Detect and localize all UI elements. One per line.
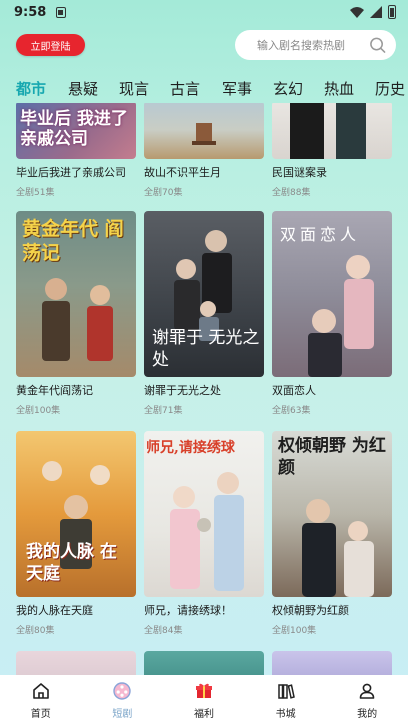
nav-bookstore-label: 书城 bbox=[275, 708, 296, 720]
drama-episodes: 全剧100集 bbox=[16, 406, 61, 416]
drama-card[interactable]: 师兄,请接绣球 师兄，请接绣球！ 全剧84集 bbox=[144, 431, 264, 636]
profile-icon bbox=[359, 683, 375, 699]
login-button[interactable]: 立即登陆 bbox=[16, 34, 85, 56]
drama-episodes: 全剧100集 bbox=[272, 626, 317, 636]
tab-xianyan[interactable]: 现言 bbox=[119, 78, 149, 99]
books-icon bbox=[277, 683, 295, 699]
drama-title: 师兄，请接绣球！ bbox=[144, 604, 232, 617]
status-bar: 9:58 bbox=[0, 0, 408, 24]
search-bar[interactable] bbox=[235, 30, 396, 60]
nav-mine[interactable]: 我的 bbox=[337, 681, 397, 720]
drama-card[interactable]: 谢罪于 无光之处 谢罪于无光之处 全剧71集 bbox=[144, 211, 264, 416]
poster-art bbox=[192, 123, 216, 145]
poster-title-text: 谢罪于 无光之处 bbox=[152, 328, 260, 370]
nav-home-label: 首页 bbox=[30, 708, 51, 720]
film-reel-icon bbox=[113, 681, 132, 700]
drama-title: 故山不识平生月 bbox=[144, 166, 221, 179]
drama-card[interactable] bbox=[16, 651, 136, 675]
tab-xuanyi[interactable]: 悬疑 bbox=[68, 78, 98, 99]
drama-episodes: 全剧88集 bbox=[272, 188, 311, 198]
app-notification-icon bbox=[56, 6, 67, 18]
nav-short-drama-label: 短剧 bbox=[112, 708, 133, 720]
poster-art bbox=[290, 103, 366, 159]
nav-mine-label: 我的 bbox=[357, 708, 378, 720]
poster-art bbox=[42, 278, 113, 361]
drama-episodes: 全剧84集 bbox=[144, 626, 183, 636]
search-icon[interactable] bbox=[369, 36, 386, 54]
battery-icon bbox=[388, 5, 396, 19]
nav-bookstore[interactable]: 书城 bbox=[256, 681, 316, 720]
nav-home[interactable]: 首页 bbox=[11, 681, 71, 720]
drama-poster[interactable]: 黄金年代 阎荡记 bbox=[16, 211, 136, 377]
tab-lishi[interactable]: 历史 bbox=[375, 78, 405, 99]
home-icon bbox=[32, 682, 49, 699]
poster-title-text: 毕业后 我进了亲戚公司 bbox=[20, 109, 128, 149]
drama-card[interactable] bbox=[272, 651, 392, 675]
tab-xuanhuan[interactable]: 玄幻 bbox=[273, 78, 303, 99]
drama-poster[interactable]: 毕业后 我进了亲戚公司 bbox=[16, 103, 136, 159]
drama-card[interactable]: 双面恋人 双面恋人 全剧63集 bbox=[272, 211, 392, 416]
nav-welfare-label: 福利 bbox=[193, 708, 214, 720]
drama-poster[interactable] bbox=[272, 103, 392, 159]
drama-episodes: 全剧71集 bbox=[144, 406, 183, 416]
drama-title: 谢罪于无光之处 bbox=[144, 384, 221, 397]
drama-grid: 毕业后 我进了亲戚公司 毕业后我进了亲戚公司 全剧51集 故山不识平生月 全剧7… bbox=[0, 103, 408, 675]
drama-episodes: 全剧80集 bbox=[16, 626, 55, 636]
drama-title: 民国谜案录 bbox=[272, 166, 327, 179]
drama-title: 双面恋人 bbox=[272, 384, 316, 397]
nav-welfare[interactable]: 福利 bbox=[174, 681, 234, 720]
drama-poster[interactable]: 师兄,请接绣球 bbox=[144, 431, 264, 597]
drama-card[interactable]: 权倾朝野 为红颜 权倾朝野为红颜 全剧100集 bbox=[272, 431, 392, 636]
drama-title: 权倾朝野为红颜 bbox=[272, 604, 349, 617]
poster-art bbox=[302, 499, 374, 597]
status-time: 9:58 bbox=[14, 4, 47, 20]
search-input[interactable] bbox=[257, 38, 369, 52]
drama-card[interactable]: 故山不识平生月 全剧70集 bbox=[144, 103, 264, 198]
bottom-nav: 首页 短剧 福利 书城 我的 bbox=[0, 675, 408, 725]
tab-junshi[interactable]: 军事 bbox=[222, 78, 252, 99]
drama-poster[interactable]: 权倾朝野 为红颜 bbox=[272, 431, 392, 597]
drama-title: 毕业后我进了亲戚公司 bbox=[16, 166, 126, 179]
drama-poster[interactable]: 双面恋人 bbox=[272, 211, 392, 377]
drama-poster[interactable] bbox=[144, 103, 264, 159]
drama-poster[interactable]: 谢罪于 无光之处 bbox=[144, 211, 264, 377]
poster-art bbox=[308, 255, 374, 377]
drama-card[interactable]: 黄金年代 阎荡记 黄金年代阎荡记 全剧100集 bbox=[16, 211, 136, 416]
drama-poster[interactable] bbox=[16, 651, 136, 675]
drama-poster[interactable] bbox=[272, 651, 392, 675]
status-icons bbox=[350, 5, 396, 19]
header: 立即登陆 bbox=[0, 30, 408, 64]
nav-short-drama[interactable]: 短剧 bbox=[92, 681, 152, 720]
signal-icon bbox=[370, 6, 382, 18]
poster-art bbox=[170, 472, 244, 591]
drama-episodes: 全剧70集 bbox=[144, 188, 183, 198]
wifi-icon bbox=[350, 6, 364, 18]
tab-guyan[interactable]: 古言 bbox=[170, 78, 200, 99]
poster-title-text: 我的人脉 在天庭 bbox=[26, 542, 117, 584]
gift-icon bbox=[195, 683, 212, 698]
drama-card[interactable] bbox=[144, 651, 264, 675]
tab-dushi[interactable]: 都市 bbox=[16, 78, 46, 99]
drama-title: 黄金年代阎荡记 bbox=[16, 384, 93, 397]
drama-poster[interactable] bbox=[144, 651, 264, 675]
category-tabs: 都市 悬疑 现言 古言 军事 玄幻 热血 历史 bbox=[0, 76, 408, 102]
drama-card[interactable]: 毕业后 我进了亲戚公司 毕业后我进了亲戚公司 全剧51集 bbox=[16, 103, 136, 198]
drama-episodes: 全剧63集 bbox=[272, 406, 311, 416]
drama-episodes: 全剧51集 bbox=[16, 188, 55, 198]
drama-poster[interactable]: 我的人脉 在天庭 bbox=[16, 431, 136, 597]
drama-card[interactable]: 民国谜案录 全剧88集 bbox=[272, 103, 392, 198]
tab-rexue[interactable]: 热血 bbox=[324, 78, 354, 99]
drama-card[interactable]: 我的人脉 在天庭 我的人脉在天庭 全剧80集 bbox=[16, 431, 136, 636]
drama-title: 我的人脉在天庭 bbox=[16, 604, 93, 617]
